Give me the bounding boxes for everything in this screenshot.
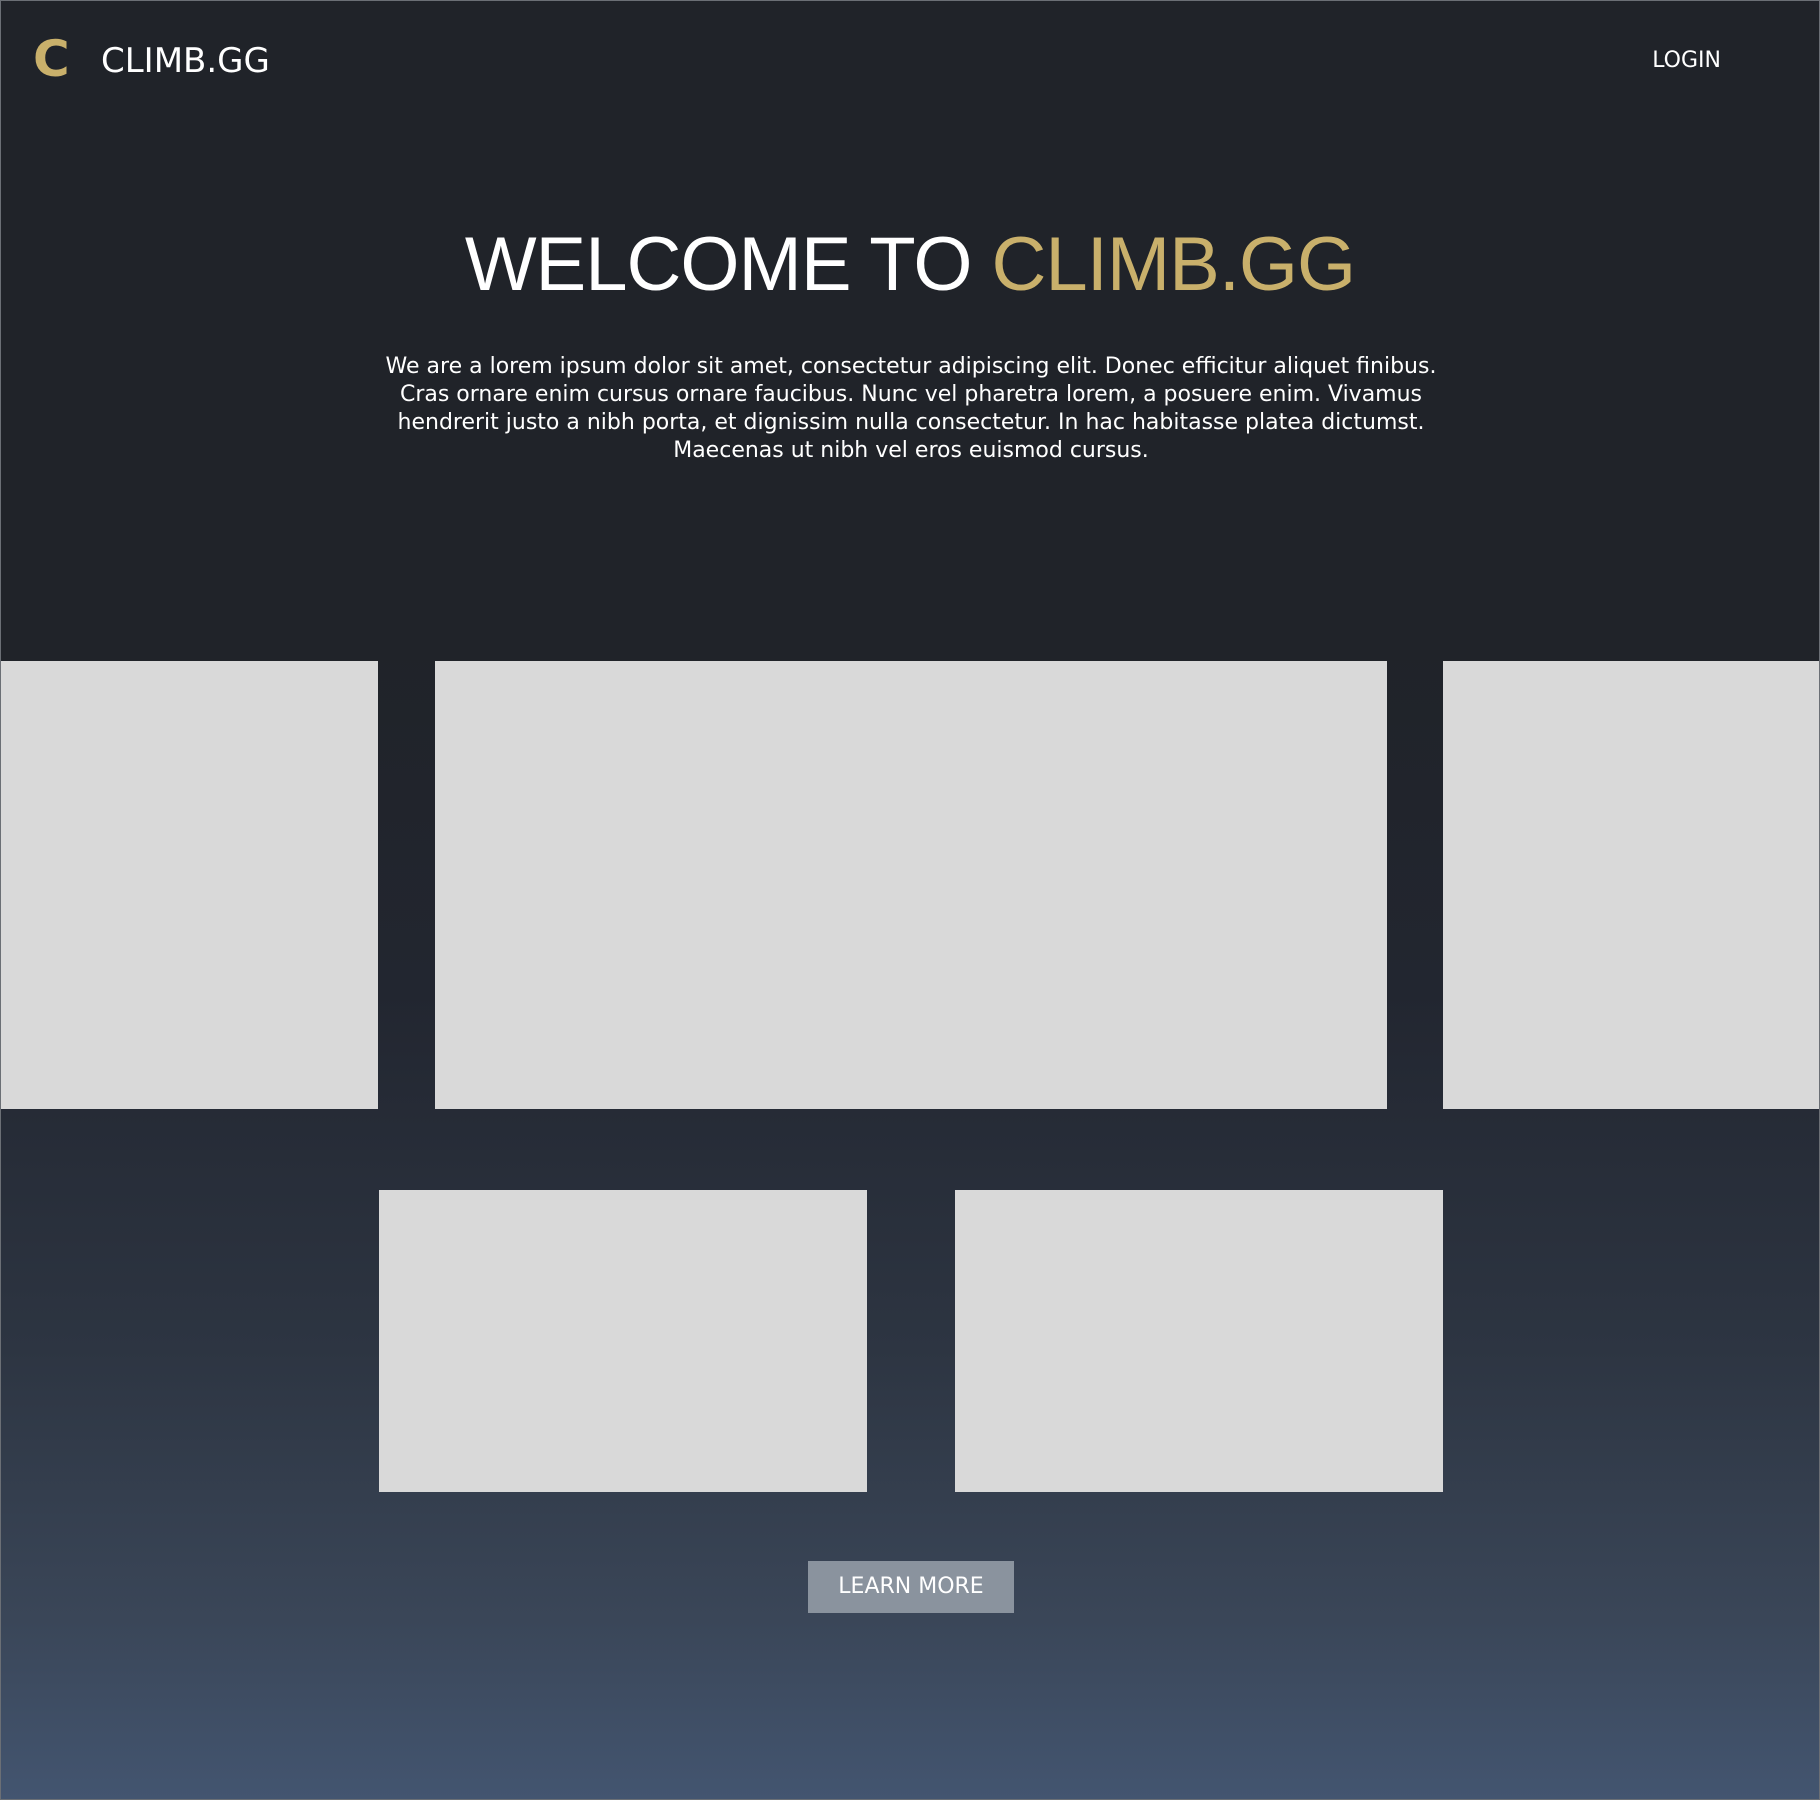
carousel-slide-previous[interactable] (1, 661, 378, 1109)
carousel-slide-current[interactable] (435, 661, 1387, 1109)
feature-card-right (955, 1190, 1443, 1492)
landing-page: C CLIMB.GG LOGIN WELCOME TO CLIMB.GG We … (0, 0, 1820, 1800)
site-name[interactable]: CLIMB.GG (101, 37, 270, 85)
carousel-slide-next[interactable] (1443, 661, 1819, 1109)
hero-description: We are a lorem ipsum dolor sit amet, con… (385, 354, 1437, 463)
hero-title: WELCOME TO CLIMB.GG (1, 223, 1819, 307)
logo-icon[interactable]: C (33, 27, 70, 91)
hero-title-prefix: WELCOME TO (464, 222, 992, 307)
hero-title-accent: CLIMB.GG (991, 222, 1357, 307)
login-link[interactable]: LOGIN (1652, 43, 1721, 79)
learn-more-button[interactable]: LEARN MORE (808, 1561, 1014, 1613)
feature-card-left (379, 1190, 867, 1492)
